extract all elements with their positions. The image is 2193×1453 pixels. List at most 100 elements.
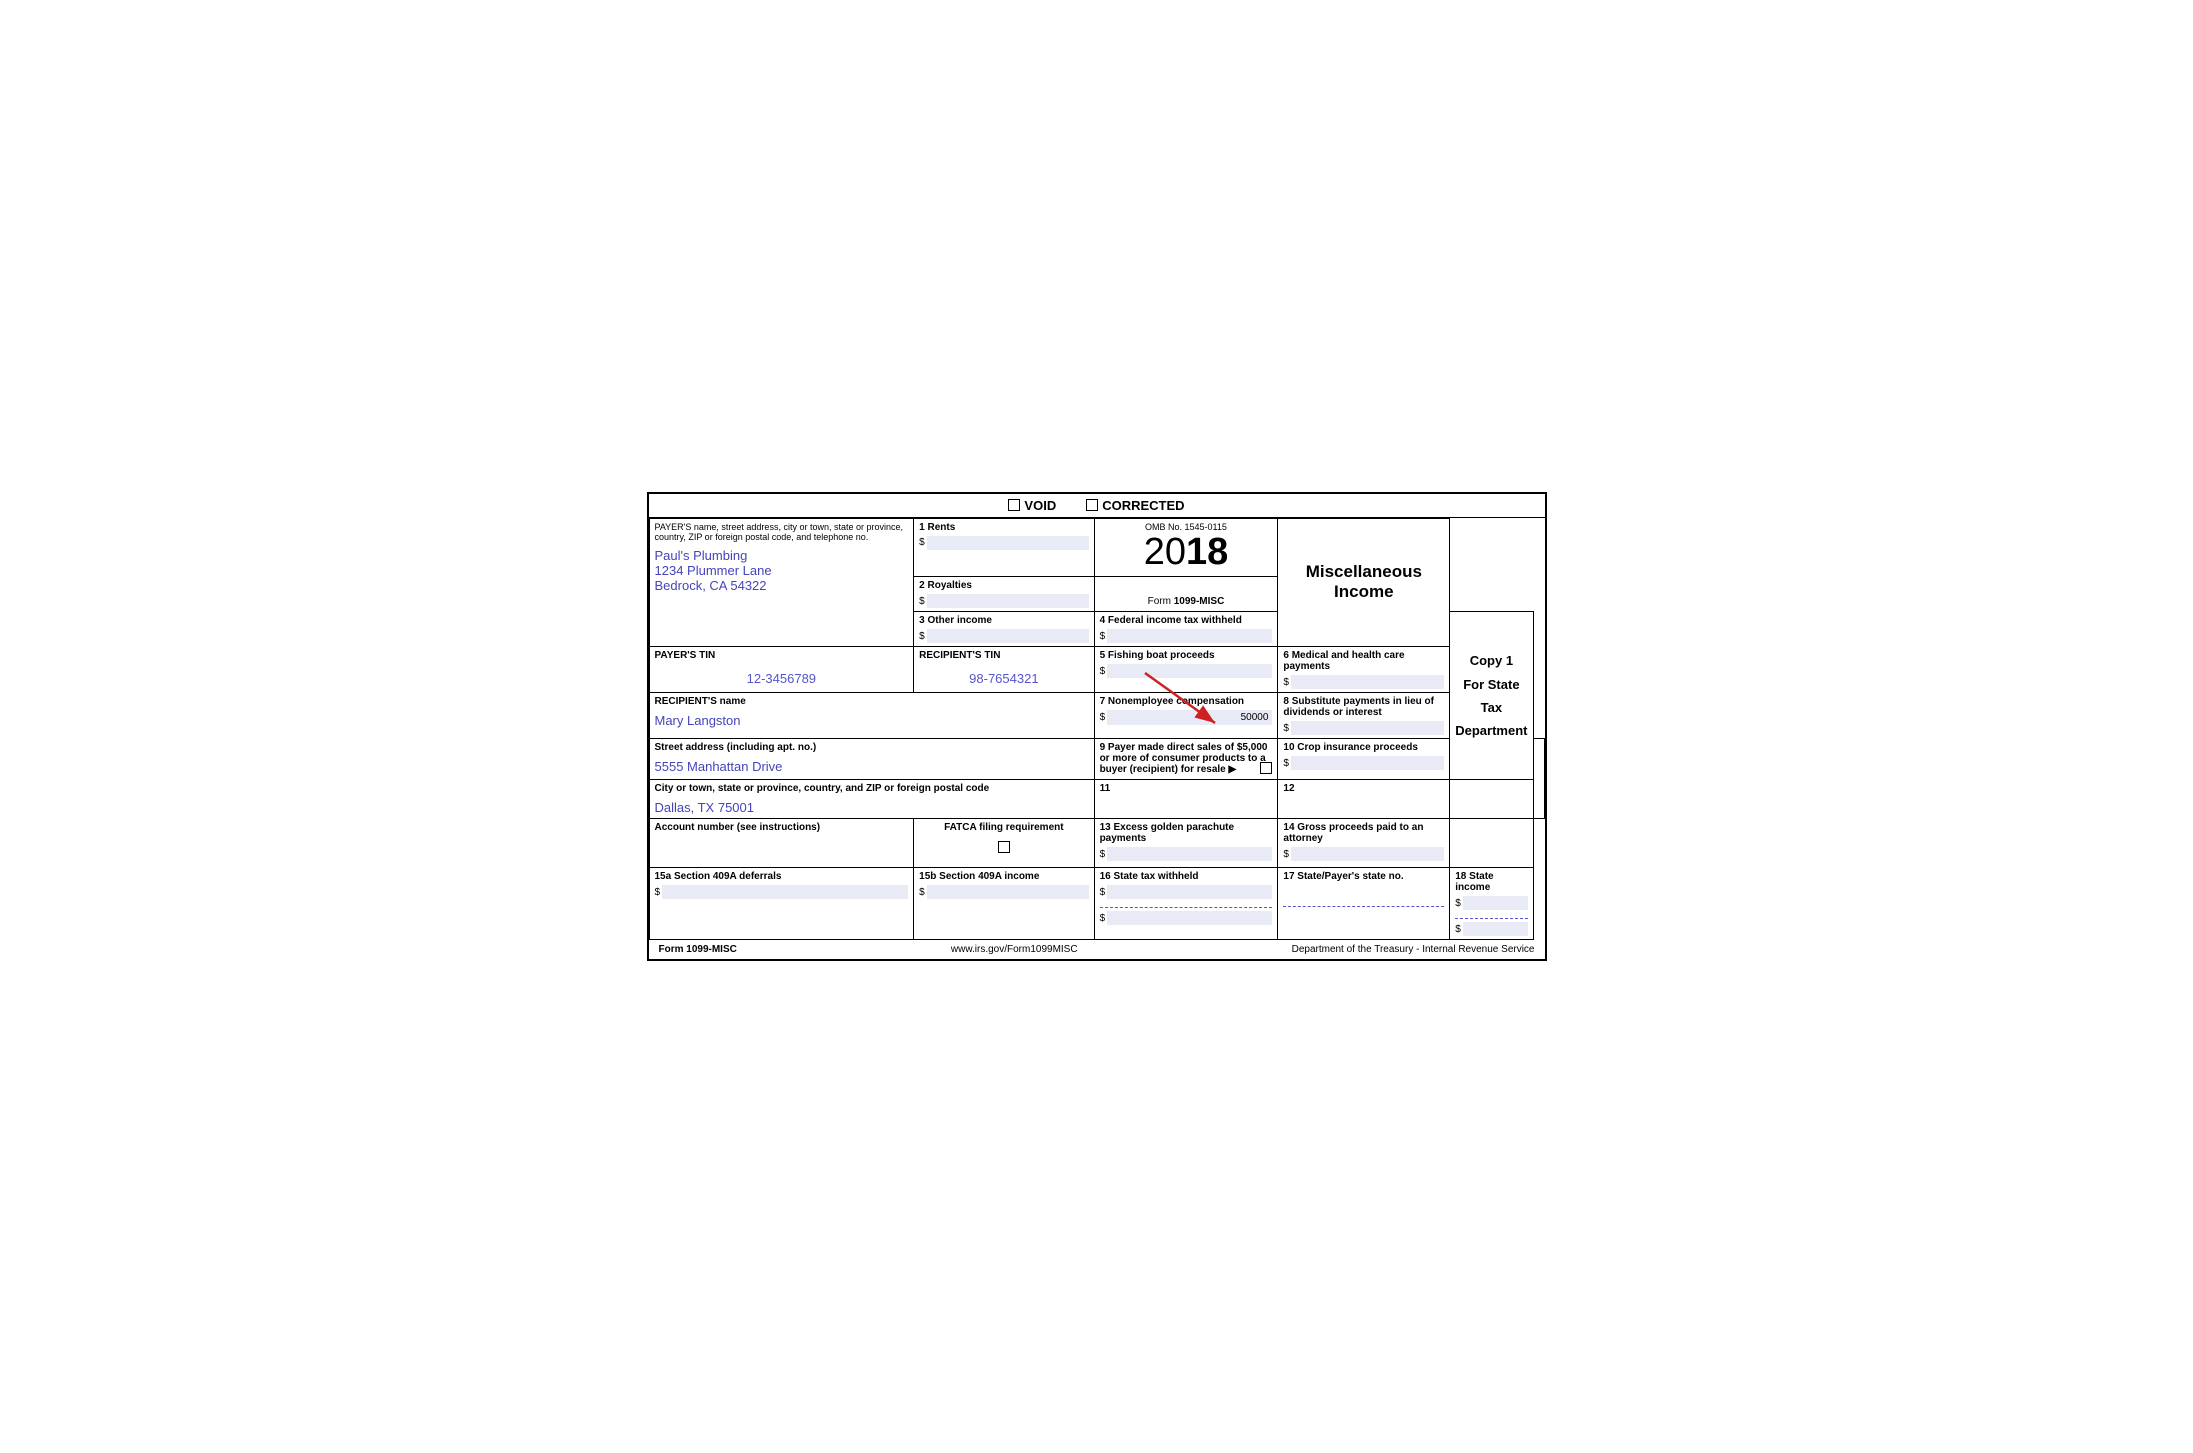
f17-label: 17 State/Payer's state no. <box>1283 871 1444 882</box>
f14-dollar-row: $ <box>1283 847 1444 861</box>
street-label: Street address (including apt. no.) <box>655 742 1089 753</box>
f10-value[interactable] <box>1291 756 1444 770</box>
f2-dollar-row: $ <box>919 594 1088 608</box>
nonemployee-cell: 7 Nonemployee compensation $ 50000 <box>1094 693 1278 739</box>
f5-dollar: $ <box>1100 666 1106 677</box>
void-label: VOID <box>1024 498 1056 513</box>
f6-value[interactable] <box>1291 675 1444 689</box>
f1-label: 1 Rents <box>919 522 955 533</box>
f15a-value[interactable] <box>662 885 908 899</box>
form-header: VOID CORRECTED <box>649 494 1545 518</box>
f3-dollar: $ <box>919 631 925 642</box>
recipient-name-value: Mary Langston <box>655 713 1089 728</box>
f10-dollar-row: $ <box>1283 756 1444 770</box>
f13-value[interactable] <box>1107 847 1272 861</box>
f15b-dollar-row: $ <box>919 885 1088 899</box>
account-value[interactable] <box>655 853 909 864</box>
f16-label: 16 State tax withheld <box>1100 871 1273 882</box>
f13-label: 13 Excess golden parachute payments <box>1100 822 1235 844</box>
f8-label: 8 Substitute payments in lieu of dividen… <box>1283 696 1434 718</box>
f18-dollar-row: $ <box>1455 896 1527 910</box>
copy1-right-blank <box>1450 819 1533 868</box>
f2-value[interactable] <box>927 594 1089 608</box>
copy1-cell-2 <box>1533 739 1544 819</box>
f15b-dollar: $ <box>919 887 925 898</box>
f16-value2[interactable] <box>1107 911 1272 925</box>
copy1-subtitle: For State TaxDepartment <box>1455 677 1527 739</box>
f1-value[interactable] <box>927 536 1089 550</box>
footer-dept: Department of the Treasury - Internal Re… <box>1292 944 1535 955</box>
f13-dollar: $ <box>1100 849 1106 860</box>
copy1-cell: Copy 1 For State TaxDepartment <box>1450 612 1533 780</box>
account-label: Account number (see instructions) <box>655 822 909 833</box>
omb-cell: OMB No. 1545-0115 2018 <box>1094 518 1278 577</box>
recipient-tin-label: RECIPIENT'S TIN <box>919 650 1088 661</box>
f13-dollar-row: $ <box>1100 847 1273 861</box>
f18-value[interactable] <box>1463 896 1528 910</box>
f3-dollar-row: $ <box>919 629 1088 643</box>
f4-dollar-row: $ <box>1100 629 1273 643</box>
fatca-checkbox[interactable] <box>998 841 1010 853</box>
substitute-cell: 8 Substitute payments in lieu of dividen… <box>1278 693 1450 739</box>
f17-value2 <box>1283 906 1444 922</box>
sec15a-cell: 15a Section 409A deferrals $ <box>649 868 914 940</box>
fatca-cell: FATCA filing requirement <box>914 819 1094 868</box>
payer-tin-cell: PAYER'S TIN 12-3456789 <box>649 647 914 693</box>
f8-value[interactable] <box>1291 721 1444 735</box>
corrected-checkbox[interactable] <box>1086 499 1098 511</box>
recipient-tin-value: 98-7654321 <box>919 671 1088 686</box>
f8-dollar-row: $ <box>1283 721 1444 735</box>
fatca-label: FATCA filing requirement <box>919 822 1088 833</box>
f14-value[interactable] <box>1291 847 1444 861</box>
misc-income-title: MiscellaneousIncome <box>1306 562 1422 601</box>
box12-cell: 12 <box>1278 780 1450 819</box>
f18-dollar-row2: $ <box>1455 922 1527 936</box>
f15a-dollar: $ <box>655 887 661 898</box>
f6-dollar: $ <box>1283 677 1289 688</box>
form-main-table: PAYER'S name, street address, city or to… <box>649 518 1545 941</box>
f11-label: 11 <box>1100 783 1111 794</box>
recipient-tin-cell: RECIPIENT'S TIN 98-7654321 <box>914 647 1094 693</box>
payer-info-cell: PAYER'S name, street address, city or to… <box>649 518 914 647</box>
medical-cell: 6 Medical and health care payments $ <box>1278 647 1450 693</box>
f1-dollar-row: $ <box>919 536 1088 550</box>
box11-cell: 11 <box>1094 780 1278 819</box>
form-footer: Form 1099-MISC www.irs.gov/Form1099MISC … <box>649 940 1545 959</box>
f16-dollar2: $ <box>1100 913 1106 924</box>
f3-label: 3 Other income <box>919 615 992 626</box>
f9-label: 9 Payer made direct sales of $5,000 or m… <box>1100 742 1268 775</box>
payer-tin-value: 12-3456789 <box>655 671 909 686</box>
f15b-value[interactable] <box>927 885 1089 899</box>
void-checkbox[interactable] <box>1008 499 1020 511</box>
f8-dollar: $ <box>1283 723 1289 734</box>
f16-dollar-row2: $ <box>1100 911 1273 925</box>
state-payer-cell: 17 State/Payer's state no. <box>1278 868 1450 940</box>
void-group: VOID <box>1008 498 1056 513</box>
recipient-name-cell: RECIPIENT'S name Mary Langston <box>649 693 1094 739</box>
gross-proceeds-cell: 14 Gross proceeds paid to an attorney $ <box>1278 819 1450 868</box>
f16-dollar: $ <box>1100 887 1106 898</box>
f14-dollar: $ <box>1283 849 1289 860</box>
f6-dollar-row: $ <box>1283 675 1444 689</box>
f3-value[interactable] <box>927 629 1089 643</box>
f12-label: 12 <box>1283 783 1294 794</box>
f6-label: 6 Medical and health care payments <box>1283 650 1404 672</box>
state-income-cell: 18 State income $ $ <box>1450 868 1533 940</box>
f10-label: 10 Crop insurance proceeds <box>1283 742 1418 753</box>
f18-dollar: $ <box>1455 898 1461 909</box>
misc-income-title-cell: MiscellaneousIncome <box>1278 518 1450 647</box>
street-address-cell: Street address (including apt. no.) 5555… <box>649 739 1094 780</box>
f2-label: 2 Royalties <box>919 580 972 591</box>
footer-website: www.irs.gov/Form1099MISC <box>951 944 1078 955</box>
f18-value2[interactable] <box>1463 922 1528 936</box>
crop-insurance-cell: 10 Crop insurance proceeds $ <box>1278 739 1450 780</box>
street-value: 5555 Manhattan Drive <box>655 759 1089 774</box>
f4-value[interactable] <box>1107 629 1272 643</box>
city-cell: City or town, state or province, country… <box>649 780 1094 819</box>
city-value: Dallas, TX 75001 <box>655 800 1089 815</box>
arrow-annotation <box>1125 663 1245 743</box>
form-label-text: Form 1099-MISC <box>1148 596 1225 607</box>
f16-value[interactable] <box>1107 885 1272 899</box>
state-tax-cell: 16 State tax withheld $ $ <box>1094 868 1278 940</box>
account-cell: Account number (see instructions) <box>649 819 914 868</box>
